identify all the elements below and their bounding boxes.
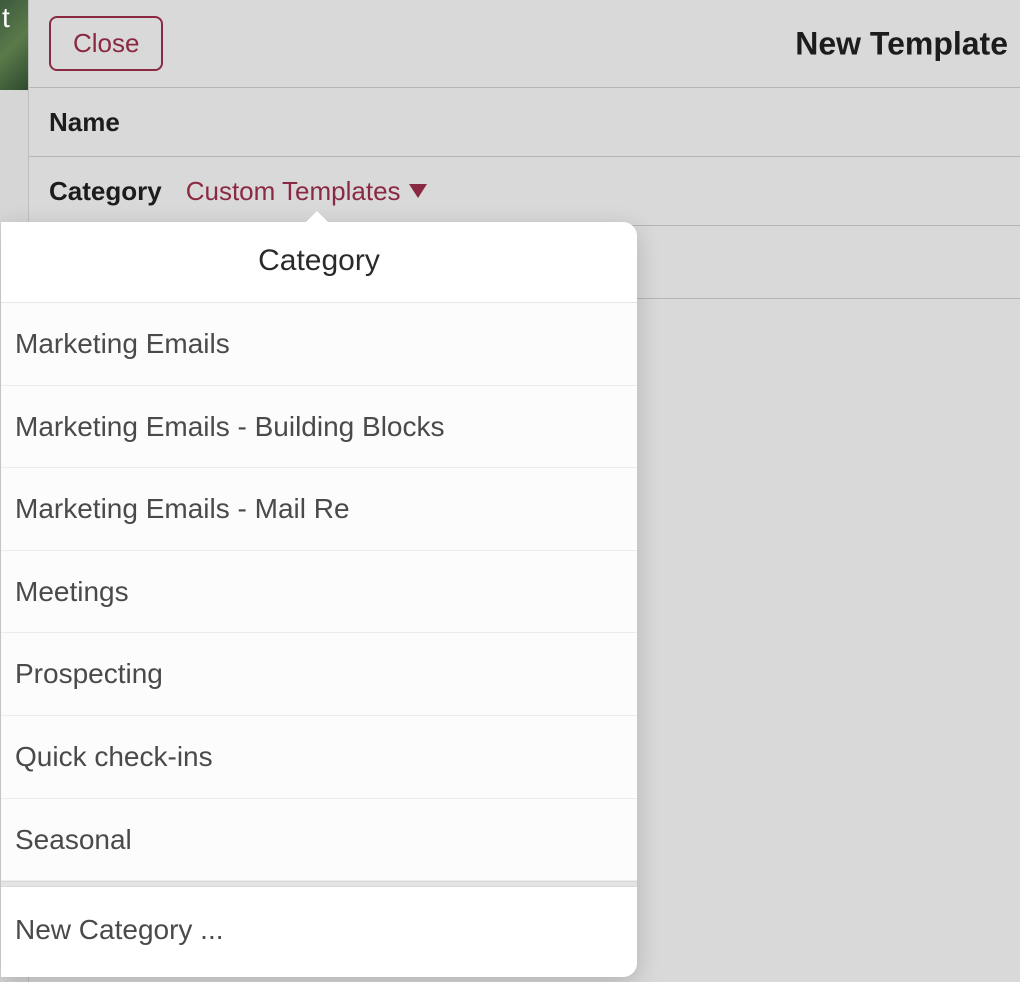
popover-arrow <box>305 211 329 223</box>
category-option[interactable]: Marketing Emails - Building Blocks <box>1 386 637 469</box>
popover-list: Marketing Emails Marketing Emails - Buil… <box>1 303 637 881</box>
name-label: Name <box>49 107 120 138</box>
sidebar-edge: t <box>0 0 28 90</box>
template-panel: Close New Template Name Category Custom … <box>28 0 1020 982</box>
category-popover: Category Marketing Emails Marketing Emai… <box>1 222 637 977</box>
name-row[interactable]: Name <box>29 88 1020 157</box>
category-dropdown-trigger[interactable]: Custom Templates <box>186 176 427 207</box>
category-selected-value: Custom Templates <box>186 176 401 207</box>
chevron-down-icon <box>409 184 427 198</box>
category-label: Category <box>49 176 162 207</box>
category-row: Category Custom Templates <box>29 157 1020 226</box>
category-option[interactable]: Meetings <box>1 551 637 634</box>
sidebar-clipped-text: t <box>2 2 10 34</box>
category-option[interactable]: Prospecting <box>1 633 637 716</box>
panel-title: New Template <box>795 25 1008 62</box>
panel-header: Close New Template <box>29 0 1020 88</box>
new-category-option[interactable]: New Category ... <box>1 887 637 977</box>
category-option[interactable]: Quick check-ins <box>1 716 637 799</box>
category-option[interactable]: Marketing Emails <box>1 303 637 386</box>
category-option[interactable]: Seasonal <box>1 799 637 882</box>
popover-title: Category <box>1 222 637 303</box>
close-button[interactable]: Close <box>49 16 163 71</box>
category-option[interactable]: Marketing Emails - Mail Re <box>1 468 637 551</box>
